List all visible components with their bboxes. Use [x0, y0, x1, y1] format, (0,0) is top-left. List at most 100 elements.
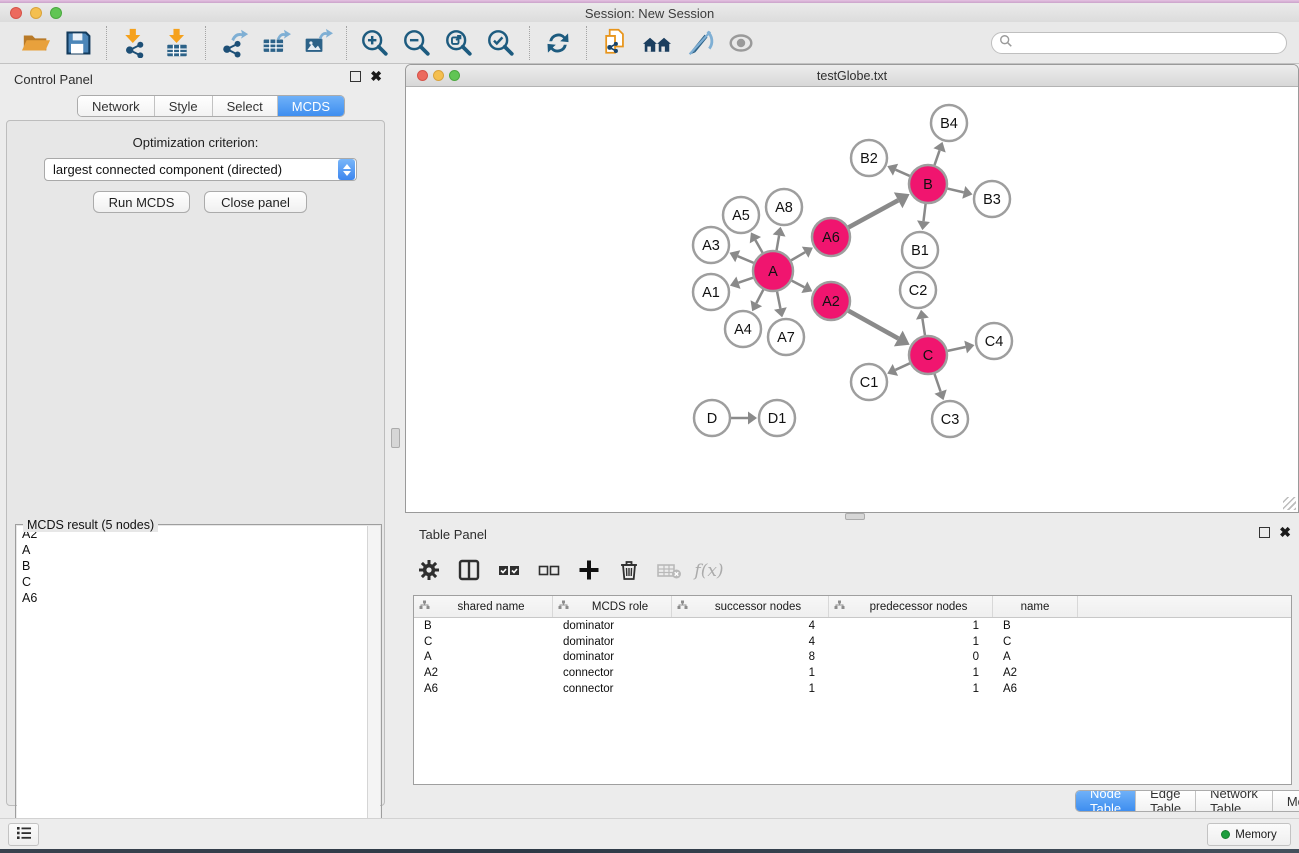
mcds-result-item[interactable]: A [17, 542, 367, 558]
zoom-fit-button[interactable] [441, 26, 477, 60]
tab-select[interactable]: Select [213, 96, 278, 116]
network-window-titlebar[interactable]: testGlobe.txt [406, 65, 1298, 87]
table-row[interactable]: A6connector11A6 [414, 681, 1291, 697]
search-field[interactable] [991, 32, 1287, 54]
search-area [991, 32, 1287, 54]
tab-mcds[interactable]: MCDS [278, 96, 344, 116]
mcds-result-item[interactable]: A6 [17, 590, 367, 606]
add-row-button[interactable] [573, 555, 605, 587]
column-header-shared-name[interactable]: shared name [414, 596, 553, 617]
network-window: testGlobe.txt AA1A2A3A4A5A6A7A8BB1B2B3B4… [405, 64, 1299, 513]
open-session-icon [21, 28, 51, 58]
edge-A-A7[interactable] [777, 292, 780, 309]
table-cell: A [414, 651, 553, 663]
close-table-panel-icon[interactable]: ✖ [1279, 527, 1291, 538]
criterion-dropdown[interactable]: largest connected component (directed) [44, 158, 357, 181]
edge-A-A6[interactable] [791, 252, 805, 260]
edge-B-B3[interactable] [947, 189, 963, 193]
arrowhead-icon [917, 220, 930, 230]
table-cell: 0 [829, 651, 993, 663]
column-header-successor-nodes[interactable]: successor nodes [672, 596, 829, 617]
show-hide-button[interactable] [723, 26, 759, 60]
table-cell: 1 [672, 667, 829, 679]
table-settings-button[interactable] [413, 555, 445, 587]
edge-C-C1[interactable] [895, 363, 909, 370]
edge-C-C3[interactable] [935, 374, 941, 392]
run-mcds-button[interactable]: Run MCDS [93, 191, 190, 213]
cyndex-button[interactable] [597, 26, 633, 60]
export-image-button[interactable] [300, 26, 336, 60]
column-header-MCDS-role[interactable]: MCDS role [553, 596, 672, 617]
refresh-layout-button[interactable] [540, 26, 576, 60]
table-row[interactable]: Cdominator41C [414, 634, 1291, 650]
task-history-button[interactable] [8, 823, 39, 846]
tab-network-table[interactable]: Network Table [1196, 791, 1273, 811]
export-table-button[interactable] [258, 26, 294, 60]
mcds-result-item[interactable]: B [17, 558, 367, 574]
select-all-button[interactable] [493, 555, 525, 587]
zoom-out-button[interactable] [399, 26, 435, 60]
edge-A-A2[interactable] [792, 281, 805, 288]
panel-splitter-handle[interactable] [391, 428, 400, 448]
column-header-name[interactable]: name [993, 596, 1078, 617]
function-builder-button[interactable]: f(x) [693, 555, 725, 587]
edge-A-A5[interactable] [755, 240, 762, 253]
column-header-predecessor-nodes[interactable]: predecessor nodes [829, 596, 993, 617]
zoom-selected-icon [486, 28, 516, 58]
delete-table-icon [656, 558, 682, 585]
zoom-in-button[interactable] [357, 26, 393, 60]
edge-C-C4[interactable] [948, 347, 966, 351]
close-panel-button[interactable]: Close panel [204, 191, 307, 213]
tab-network[interactable]: Network [78, 96, 155, 116]
table-cell: connector [553, 683, 672, 695]
float-table-panel-icon[interactable] [1259, 527, 1270, 538]
edge-B-B2[interactable] [896, 170, 910, 176]
search-input[interactable] [1013, 36, 1273, 50]
export-network-button[interactable] [216, 26, 252, 60]
import-table-button[interactable] [159, 26, 195, 60]
node-table[interactable]: shared nameMCDS rolesuccessor nodesprede… [413, 595, 1292, 785]
ndex-home-button[interactable] [639, 26, 675, 60]
table-row[interactable]: A2connector11A2 [414, 665, 1291, 681]
show-columns-button[interactable] [453, 555, 485, 587]
memory-button[interactable]: Memory [1207, 823, 1291, 846]
sort-hierarchy-icon [414, 600, 430, 613]
edge-B-B1[interactable] [923, 204, 925, 221]
open-session-button[interactable] [18, 26, 54, 60]
table-cell: A2 [414, 667, 553, 679]
edge-A-A8[interactable] [777, 236, 780, 251]
network-canvas[interactable]: AA1A2A3A4A5A6A7A8BB1B2B3B4CC1C2C3C4DD1 [406, 87, 1298, 512]
edge-A-A4[interactable] [756, 290, 763, 304]
deselect-all-button[interactable] [533, 555, 565, 587]
node-label-A4: A4 [734, 322, 752, 338]
delete-row-button[interactable] [613, 555, 645, 587]
mcds-result-scrollbar[interactable] [367, 526, 380, 853]
desktop-strip-bottom [0, 849, 1299, 853]
zoom-selected-button[interactable] [483, 26, 519, 60]
table-row[interactable]: Adominator80A [414, 650, 1291, 666]
table-splitter-handle[interactable] [845, 513, 865, 520]
mcds-result-list[interactable]: A2ABCA6 [17, 526, 367, 853]
delete-table-button[interactable] [653, 555, 685, 587]
edge-A6-B[interactable] [849, 200, 899, 227]
tab-style[interactable]: Style [155, 96, 213, 116]
graphics-details-icon [684, 28, 714, 58]
float-panel-icon[interactable] [350, 71, 361, 82]
import-network-button[interactable] [117, 26, 153, 60]
close-panel-icon[interactable]: ✖ [370, 71, 382, 82]
edge-B-B4[interactable] [935, 150, 940, 165]
edge-A-A1[interactable] [738, 278, 753, 283]
network-graph[interactable]: AA1A2A3A4A5A6A7A8BB1B2B3B4CC1C2C3C4DD1 [406, 87, 1298, 512]
tab-node-table[interactable]: Node Table [1076, 791, 1136, 811]
table-row[interactable]: Bdominator41B [414, 618, 1291, 634]
edge-A2-C[interactable] [848, 311, 898, 339]
tab-motifs[interactable]: Motifs [1273, 791, 1299, 811]
resize-grip-icon[interactable] [1283, 497, 1296, 510]
save-session-button[interactable] [60, 26, 96, 60]
tab-edge-table[interactable]: Edge Table [1136, 791, 1196, 811]
graphics-details-button[interactable] [681, 26, 717, 60]
mcds-result-item[interactable]: C [17, 574, 367, 590]
node-label-C2: C2 [909, 283, 928, 299]
edge-A-A3[interactable] [738, 256, 754, 263]
edge-C-C2[interactable] [922, 319, 925, 336]
